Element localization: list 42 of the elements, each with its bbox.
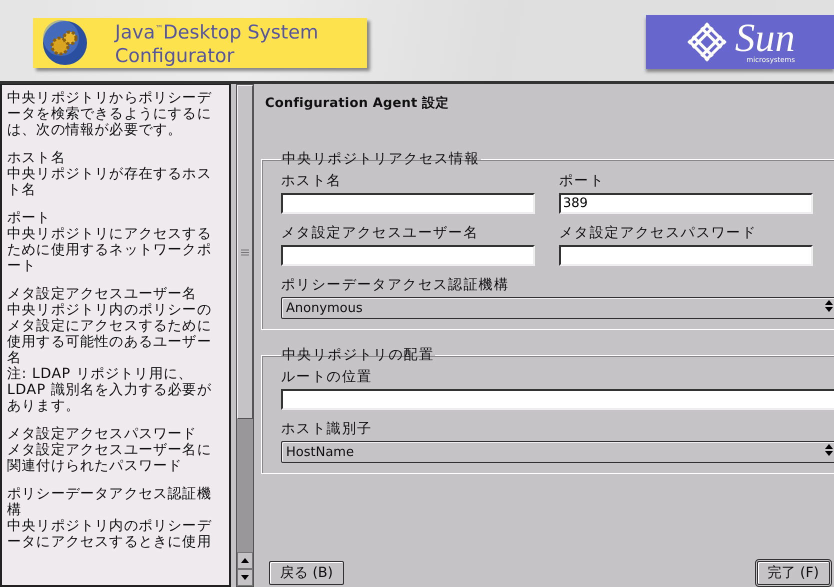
group-title: 中央リポジトリの配置	[281, 346, 435, 364]
logo-icon	[685, 20, 729, 64]
input-field[interactable]	[281, 389, 834, 410]
up-arrow-icon[interactable]	[241, 558, 249, 563]
field-label: ポリシーデータアクセス認証機構	[281, 276, 510, 294]
input-field[interactable]	[281, 193, 535, 214]
help-heading: メタ設定アクセスユーザー名	[7, 286, 198, 302]
field-label: ホスト名	[281, 172, 343, 190]
up-down-arrows-icon	[825, 300, 833, 312]
help-heading: ポリシーデータアクセス認証機構	[7, 486, 212, 518]
wizard-button[interactable]: 完了 (F)	[756, 561, 830, 585]
dropdown[interactable]: HostName	[281, 441, 834, 463]
group-title: 中央リポジトリアクセス情報	[281, 150, 481, 168]
field-label: メタ設定アクセスユーザー名	[281, 224, 480, 242]
product-title: Java$^{™}$Desktop System	[115, 20, 318, 45]
dropdown[interactable]: Anonymous	[281, 297, 834, 319]
help-text: 中央リポジトリが存在するホスト名	[7, 166, 212, 198]
up-down-arrows-icon	[825, 444, 833, 456]
field-label: ポート	[559, 172, 606, 190]
product-title: Configurator	[115, 44, 236, 68]
logo-wordmark: Sun	[735, 20, 795, 56]
help-heading: メタ設定アクセスパスワード	[7, 426, 198, 442]
help-text: 中央リポジトリ内のポリシーのメタ設定にアクセスするために使用する可能性のあるユーザー名	[7, 302, 212, 366]
scrollbar[interactable]	[236, 84, 254, 587]
gears-icon	[41, 18, 89, 66]
field-label: メタ設定アクセスパスワード	[559, 224, 758, 242]
help-text: 注: LDAP リポジトリ用に、LDAP 識別名を入力する必要があります。	[7, 366, 212, 414]
grip-icon	[241, 248, 249, 256]
help-paragraph: 中央リポジトリからポリシーデータを検索できるようにするには、次の情報が必要です。	[7, 90, 212, 138]
help-heading: ホスト名	[7, 150, 66, 166]
help-heading: ポート	[7, 210, 52, 226]
field-label: ホスト識別子	[281, 420, 374, 438]
help-text: 中央リポジトリにアクセスするために使用するネットワークポート	[7, 226, 212, 274]
input-field[interactable]	[281, 245, 535, 266]
input-field[interactable]	[559, 245, 813, 266]
help-text: メタ設定アクセスユーザー名に関連付けられたパスワード	[7, 442, 212, 474]
help-text: 中央リポジトリ内のポリシーデータにアクセスするときに使用	[7, 518, 212, 550]
input-field[interactable]: 389	[559, 193, 813, 214]
wizard-button[interactable]: 戻る (B)	[269, 561, 344, 585]
page-title: Configuration Agent 設定	[265, 94, 450, 112]
field-label: ルートの位置	[281, 368, 374, 386]
down-arrow-icon[interactable]	[241, 575, 249, 580]
